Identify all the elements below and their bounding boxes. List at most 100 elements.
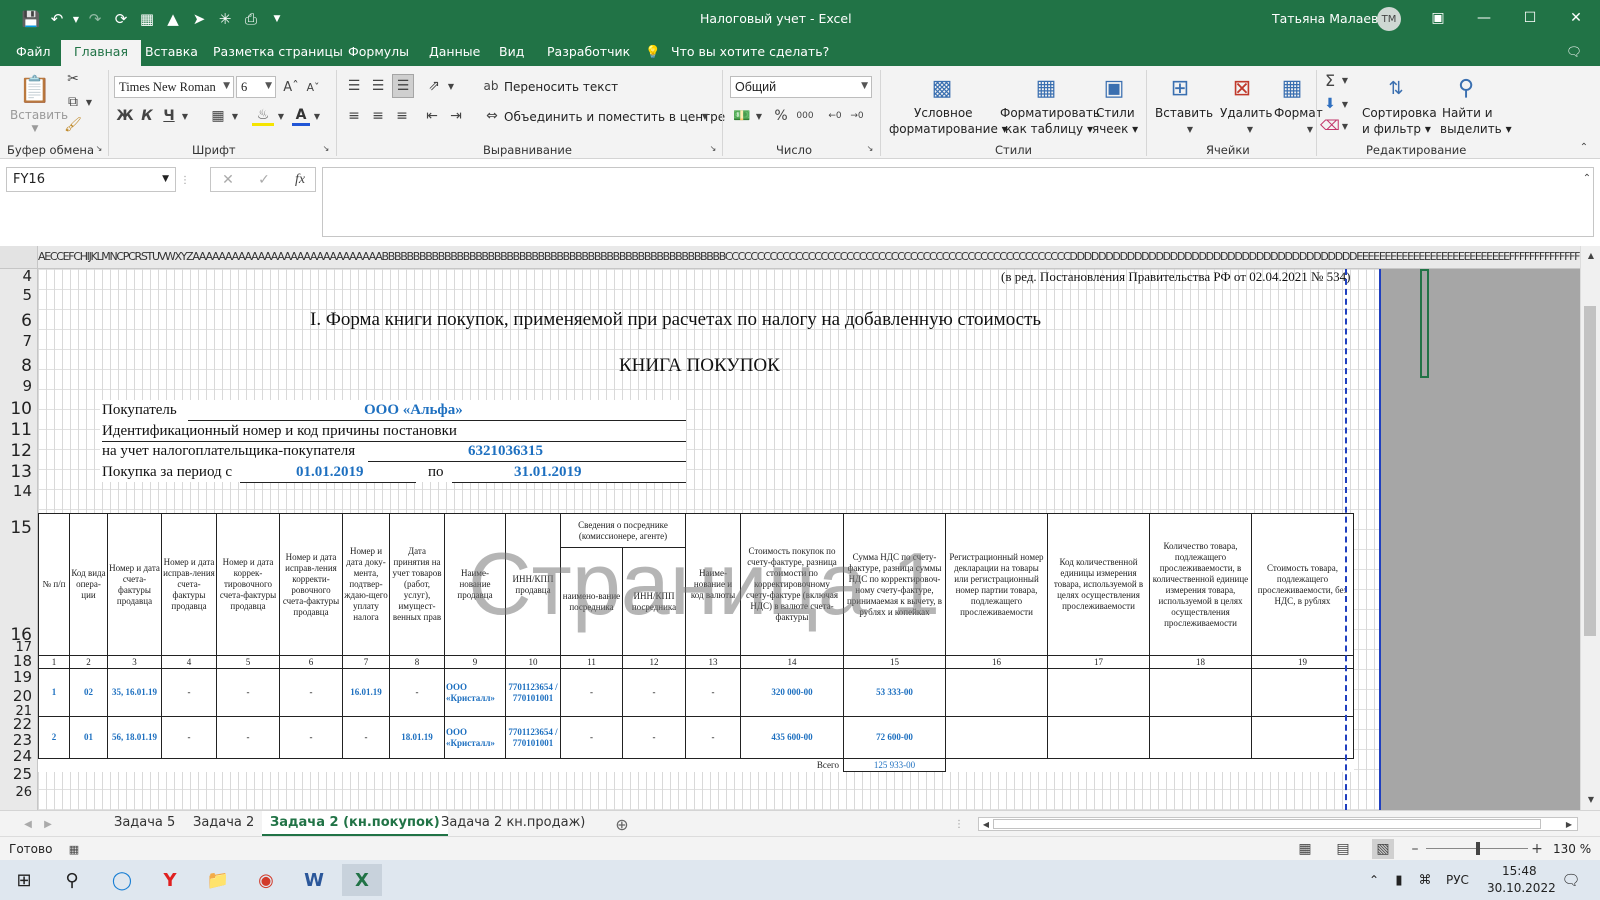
thousands-button[interactable]: 000 — [794, 106, 816, 126]
excel-icon[interactable]: X — [342, 864, 382, 896]
cell-c13[interactable]: - — [685, 668, 741, 717]
merge-center-button[interactable]: Объединить и поместить в центре — [504, 110, 725, 124]
close-icon[interactable]: ✕ — [1563, 6, 1589, 30]
insert-cells-icon[interactable]: ⊞ — [1164, 72, 1196, 104]
paste-button[interactable]: Вставить — [10, 108, 68, 122]
row-number[interactable]: 7 — [0, 332, 32, 350]
comments-icon[interactable]: 🗨 — [1566, 44, 1582, 60]
zoom-out-icon[interactable]: – — [1408, 840, 1422, 858]
row-number[interactable]: 12 — [0, 441, 32, 461]
merge-dropdown-icon[interactable]: ▼ — [700, 106, 710, 126]
find-select-icon[interactable]: ⚲ — [1450, 72, 1482, 104]
cell-c5[interactable]: - — [216, 668, 280, 717]
cell-seller[interactable]: ООО «Кристалл» — [444, 716, 506, 759]
selected-cell[interactable] — [1420, 269, 1429, 378]
row-number[interactable]: 13 — [0, 462, 32, 482]
cell-c18[interactable] — [1149, 668, 1252, 717]
cell-c16[interactable] — [945, 668, 1048, 717]
sheet-tab-active[interactable]: Задача 2 (кн.покупок) — [262, 811, 448, 836]
underline-button[interactable]: Ч — [160, 106, 178, 126]
goto-icon[interactable]: ➤ — [186, 8, 212, 30]
notifications-icon[interactable]: 🗨 — [1556, 864, 1586, 896]
search-icon[interactable]: ⚲ — [52, 864, 92, 896]
cell-c11[interactable]: - — [560, 716, 623, 759]
align-center-icon[interactable]: ≡ — [368, 106, 388, 126]
customize-toolbar-icon[interactable]: ▼ — [264, 8, 290, 30]
cell-invoice[interactable]: 56, 18.01.19 — [107, 716, 162, 759]
buyer-value[interactable]: ООО «Альфа» — [364, 402, 463, 419]
vertical-scrollbar[interactable]: ▲ ▼ — [1580, 246, 1600, 810]
row-number[interactable]: 24 — [0, 747, 32, 765]
borders-icon[interactable]: ▦ — [208, 106, 228, 126]
scroll-up-icon[interactable]: ▲ — [1584, 248, 1598, 262]
conditional-formatting-icon[interactable]: ▩ — [926, 72, 958, 104]
conditional-formatting-label[interactable]: Условное — [914, 106, 973, 120]
add-sheet-icon[interactable]: ⊕ — [612, 814, 632, 834]
cell-seller[interactable]: ООО «Кристалл» — [444, 668, 506, 717]
cell-c17[interactable] — [1047, 716, 1150, 759]
chevron-up-icon[interactable]: ⌃ — [1364, 864, 1384, 896]
wrap-text-button[interactable]: Переносить текст — [504, 80, 618, 94]
orientation-icon[interactable]: ⇗ — [424, 76, 444, 96]
tab-file[interactable]: Файл — [16, 44, 51, 59]
chevron-down-icon[interactable]: ▼ — [1187, 125, 1193, 134]
format-as-table-label[interactable]: Форматировать — [1000, 106, 1100, 120]
clear-icon[interactable]: ⌫ — [1320, 116, 1340, 136]
avatar[interactable]: ТМ — [1377, 7, 1401, 31]
total-value[interactable]: 125 933-00 — [843, 758, 946, 772]
cell-inn[interactable]: 7701123654 / 770101001 — [505, 668, 561, 717]
increase-indent-icon[interactable]: ⇥ — [446, 106, 466, 126]
autosum-icon[interactable]: Σ — [1320, 70, 1340, 90]
autosum-dropdown-icon[interactable]: ▼ — [1340, 70, 1350, 90]
font-color-dropdown-icon[interactable]: ▼ — [312, 106, 322, 126]
row-number[interactable]: 15 — [0, 518, 32, 538]
tell-me-input[interactable]: Что вы хотите сделать? — [671, 44, 829, 59]
cell-paydoc[interactable]: 16.01.19 — [342, 668, 390, 717]
find-select-label[interactable]: Найти и — [1442, 106, 1493, 120]
prev-sheet-icon[interactable]: ◀ — [20, 816, 36, 832]
cell-c12[interactable]: - — [622, 716, 686, 759]
scroll-left-icon[interactable]: ◀ — [980, 818, 992, 830]
align-top-icon[interactable]: ☰ — [344, 76, 364, 96]
number-launcher-icon[interactable]: ↘ — [864, 142, 876, 154]
page-layout-view-icon[interactable]: ▤ — [1334, 840, 1352, 858]
name-box[interactable]: FY16 ▼ — [6, 167, 176, 192]
worksheet-grid[interactable]: (в ред. Постановления Правительства РФ о… — [38, 269, 1580, 810]
row-number[interactable]: 10 — [0, 399, 32, 419]
fill-dropdown-icon[interactable]: ▼ — [1340, 94, 1350, 114]
cell-accepted[interactable]: - — [389, 668, 445, 717]
conditional-formatting-button[interactable]: форматирование ▾ — [889, 122, 1008, 136]
format-painter-icon[interactable]: 🖌 — [64, 116, 82, 134]
cell-c19[interactable] — [1251, 716, 1354, 759]
font-color-icon[interactable]: A — [292, 106, 310, 126]
battery-icon[interactable]: ▮ — [1388, 864, 1410, 896]
delete-cells-button[interactable]: Удалить — [1220, 106, 1273, 120]
zoom-in-icon[interactable]: + — [1530, 840, 1544, 858]
cell-code[interactable]: 02 — [69, 668, 108, 717]
fill-color-icon[interactable]: ♨ — [252, 106, 274, 126]
hscroll-thumb[interactable] — [993, 819, 1541, 829]
cancel-icon[interactable]: ✕ — [218, 170, 238, 190]
cell-styles-icon[interactable]: ▣ — [1098, 72, 1130, 104]
scroll-thumb[interactable] — [1584, 306, 1596, 636]
align-left-icon[interactable]: ≡ — [344, 106, 364, 126]
row-number[interactable]: 25 — [0, 765, 32, 783]
horizontal-scrollbar[interactable]: ◀ ▶ — [978, 817, 1578, 831]
font-launcher-icon[interactable]: ↘ — [320, 142, 332, 154]
inn-value[interactable]: 6321036315 — [468, 443, 543, 460]
decrease-font-icon[interactable]: Aˇ — [304, 78, 322, 96]
macro-record-icon[interactable]: ▦ — [66, 841, 82, 857]
splitter-icon[interactable]: ⋮ — [180, 170, 190, 190]
cell-inn[interactable]: 7701123654 / 770101001 — [505, 716, 561, 759]
tab-data[interactable]: Данные — [429, 44, 480, 59]
chevron-down-icon[interactable]: ▼ — [1307, 125, 1313, 134]
tab-insert[interactable]: Вставка — [145, 44, 198, 59]
delete-cells-icon[interactable]: ⊠ — [1226, 72, 1258, 104]
scroll-right-icon[interactable]: ▶ — [1563, 818, 1575, 830]
sort-filter-button[interactable]: и фильтр ▾ — [1362, 122, 1431, 136]
cell-cost[interactable]: 320 000-00 — [740, 668, 844, 717]
cell-c4[interactable]: - — [161, 716, 217, 759]
share-icon[interactable]: ✳ — [212, 8, 238, 30]
edge-icon[interactable]: ◯ — [102, 864, 142, 896]
wifi-icon[interactable]: ⌘ — [1414, 864, 1436, 896]
